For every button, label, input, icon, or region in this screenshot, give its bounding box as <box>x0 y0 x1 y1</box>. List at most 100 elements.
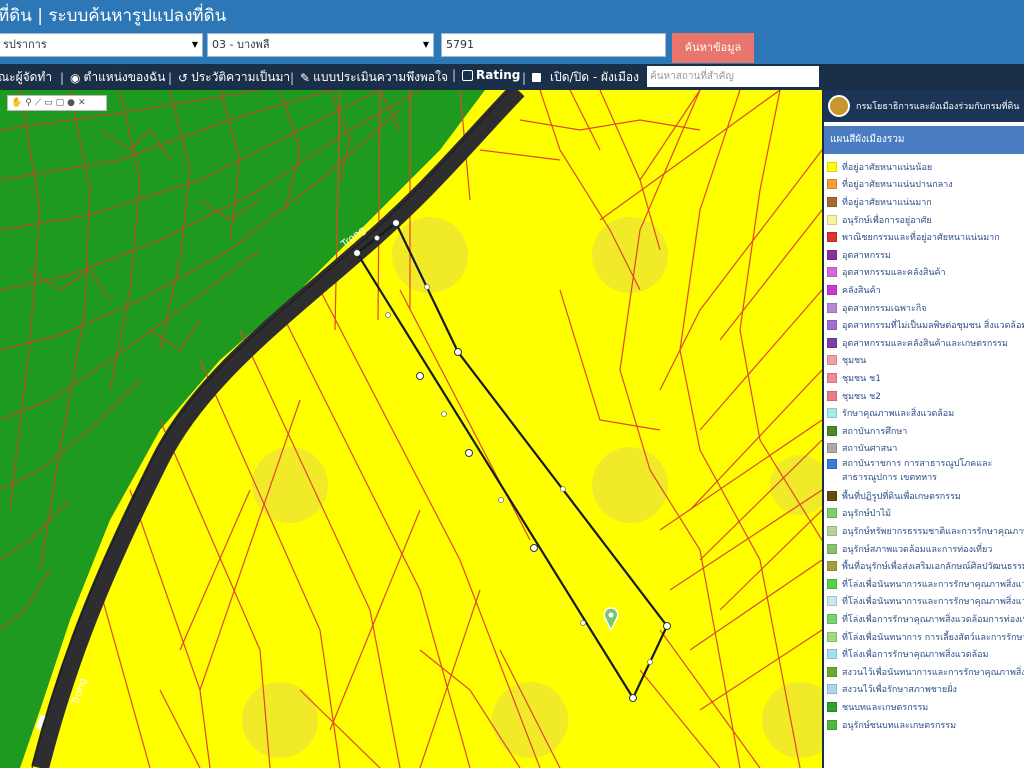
parcel-midpoints <box>374 235 653 665</box>
legend-item-label: พื้นที่ปฏิรูปที่ดินเพื่อเกษตรกรรม <box>842 491 961 502</box>
legend-item-label: ที่อยู่อาศัยหนาแน่นปานกลาง <box>842 180 953 191</box>
legend-item: อุตสาหกรรมและคลังสินค้า <box>827 264 1024 282</box>
toolbar-item-team[interactable]: ณะผู้จัดทำ <box>0 68 52 87</box>
department-logo-icon <box>828 95 850 117</box>
legend-list: ที่อยู่อาศัยหนาแน่นน้อยที่อยู่อาศัยหนาแน… <box>824 154 1024 733</box>
legend-item-label: อุตสาหกรรมเฉพาะกิจ <box>842 303 927 314</box>
legend-item-label: ที่โล่งเพื่อนันทนาการและการรักษาคุณภาพสิ… <box>842 597 1024 608</box>
legend-swatch <box>827 596 837 607</box>
legend-item: ชุมชน <box>827 352 1024 370</box>
search-button[interactable]: ค้นหาข้อมูล <box>672 33 754 63</box>
legend-item: อนุรักษ์ทรัพยากรธรรมชาติและการรักษาคุณภา… <box>827 522 1024 540</box>
legend-item-label: ชนบทและเกษตรกรรม <box>842 703 929 714</box>
legend-item: พื้นที่อนุรักษ์เพื่อส่งเสริมเอกลักษณ์ศิล… <box>827 557 1024 575</box>
legend-item-label: อุตสาหกรรม <box>842 250 891 261</box>
legend-item: ชุมชน ช2 <box>827 387 1024 405</box>
legend-header-title: กรมโยธาธิการและผังเมืองร่วมกับกรมที่ดิน <box>856 102 1020 112</box>
legend-swatch <box>827 267 837 278</box>
parcel-number-value: 5791 <box>446 38 474 51</box>
district-select[interactable]: 03 - บางพลี ▼ <box>207 33 434 57</box>
legend-item-label: อนุรักษ์เพื่อการอยู่อาศัย <box>842 215 932 226</box>
line-icon[interactable]: ⟋ <box>35 98 41 108</box>
legend-swatch <box>827 390 837 401</box>
legend-item: ชนบทและเกษตรกรรม <box>827 698 1024 716</box>
clear-icon[interactable]: ✕ <box>78 98 86 108</box>
toolbar-item-toggle-plan[interactable]: | เปิด/ปิด - ผังเมือง <box>522 68 639 87</box>
parcel-number-input[interactable]: 5791 <box>441 33 666 57</box>
chevron-down-icon: ▼ <box>191 40 198 49</box>
marker-icon[interactable]: ⚲ <box>25 98 32 108</box>
legend-swatch <box>827 408 837 419</box>
legend-item-label: ที่อยู่อาศัยหนาแน่นมาก <box>842 197 932 208</box>
legend-swatch <box>827 702 837 713</box>
legend-item: ที่อยู่อาศัยหนาแน่นปานกลาง <box>827 176 1024 194</box>
legend-item-label: ที่โล่งเพื่อนันทนาการและการรักษาคุณภาพสิ… <box>842 579 1024 590</box>
legend-item: อนุรักษ์สภาพแวดล้อมและการท่องเที่ยว <box>827 540 1024 558</box>
map-canvas <box>0 90 822 768</box>
legend-swatch <box>827 614 837 625</box>
divider: | <box>60 70 65 85</box>
toolbar-item-history[interactable]: | ↺ ประวัติความเป็นมา <box>168 68 290 87</box>
legend-item-label: ที่โล่งเพื่อนันทนาการ การเลี้ยงสัตว์และก… <box>842 632 1024 643</box>
legend-item-label: พื้นที่อนุรักษ์เพื่อส่งเสริมเอกลักษณ์ศิล… <box>842 562 1024 573</box>
map-view[interactable]: ✋ ⚲ ⟋ ▭ ▢ ● ✕ Trong Trong <box>0 90 822 768</box>
hand-icon[interactable]: ✋ <box>11 98 22 108</box>
legend-item-label: อุตสาหกรรมและคลังสินค้าและเกษตรกรรม <box>842 338 1008 349</box>
legend-swatch <box>827 490 837 501</box>
legend-swatch <box>827 214 837 225</box>
legend-swatch <box>827 232 837 243</box>
legend-item-label: อนุรักษ์ป่าไม้ <box>842 509 891 520</box>
legend-swatch <box>827 459 837 470</box>
toolbar-item-toggle-plan-label: เปิด/ปิด - ผังเมือง <box>550 70 639 84</box>
legend-item-label: ชุมชน ช1 <box>842 373 881 384</box>
legend-item: รักษาคุณภาพและสิ่งแวดล้อม <box>827 404 1024 422</box>
legend-item-label: อุตสาหกรรมและคลังสินค้า <box>842 268 946 279</box>
legend-panel: กรมโยธาธิการและผังเมืองร่วมกับกรมที่ดิน … <box>822 90 1024 768</box>
header-bar: ที่ดิน | ระบบค้นหารูปแปลงที่ดิน <box>0 0 1024 31</box>
legend-item: ที่โล่งเพื่อนันทนาการ การเลี้ยงสัตว์และก… <box>827 628 1024 646</box>
divider: | <box>522 70 527 85</box>
legend-swatch <box>827 320 837 331</box>
divider: | <box>452 68 457 82</box>
place-search-input[interactable]: ค้นหาสถานที่สำคัญ <box>647 66 819 87</box>
legend-item: อนุรักษ์เพื่อการอยู่อาศัย <box>827 211 1024 229</box>
legend-item: อุตสาหกรรมเฉพาะกิจ <box>827 299 1024 317</box>
legend-swatch <box>827 179 837 190</box>
legend-item: ที่โล่งเพื่อการรักษาคุณภาพสิ่งแวดล้อม <box>827 645 1024 663</box>
legend-swatch <box>827 249 837 260</box>
district-select-value: 03 - บางพลี <box>212 38 270 51</box>
legend-item: พื้นที่ปฏิรูปที่ดินเพื่อเกษตรกรรม <box>827 487 1024 505</box>
legend-swatch <box>827 631 837 642</box>
legend-item: ชุมชน ช1 <box>827 369 1024 387</box>
toolbar: ณะผู้จัดทำ | ◉ ตำแหน่งของฉัน | ↺ ประวัติ… <box>0 64 1024 90</box>
app-window: ที่ดิน | ระบบค้นหารูปแปลงที่ดิน รปราการ … <box>0 0 1024 768</box>
legend-item-label: คลังสินค้า <box>842 285 881 296</box>
checkbox-icon[interactable] <box>532 73 542 82</box>
province-select-value: รปราการ <box>3 38 47 51</box>
watermark-seals <box>242 217 822 758</box>
page-title: ที่ดิน | ระบบค้นหารูปแปลงที่ดิน <box>0 6 227 26</box>
toolbar-item-my-location[interactable]: | ◉ ตำแหน่งของฉัน <box>60 68 165 87</box>
legend-item-label: ที่โล่งเพื่อการรักษาคุณภาพสิ่งแวดล้อมการ… <box>842 615 1024 626</box>
circle-icon[interactable]: ● <box>67 98 75 108</box>
legend-swatch <box>827 526 837 537</box>
legend-item: ที่โล่งเพื่อนันทนาการและการรักษาคุณภาพสิ… <box>827 593 1024 611</box>
legend-swatch <box>827 161 837 172</box>
edit-icon: ✎ <box>300 70 311 85</box>
toolbar-item-history-label: ประวัติความเป็นมา <box>191 70 291 84</box>
polygon-icon[interactable]: ▭ <box>44 98 53 108</box>
legend-item: สถาบันการศึกษา <box>827 422 1024 440</box>
toolbar-item-rating[interactable]: | Rating <box>452 68 520 82</box>
rectangle-icon[interactable]: ▢ <box>56 98 65 108</box>
legend-item: พาณิชยกรรมและที่อยู่อาศัยหนาแน่นมาก <box>827 228 1024 246</box>
legend-item: ที่อยู่อาศัยหนาแน่นน้อย <box>827 158 1024 176</box>
legend-subtitle: แผนสีผังเมืองรวม <box>824 126 1024 154</box>
legend-swatch <box>827 443 837 454</box>
toolbar-item-survey[interactable]: | ✎ แบบประเมินความพึงพอใจ <box>290 68 448 87</box>
province-select[interactable]: รปราการ ▼ <box>0 33 203 57</box>
legend-item-label: ที่อยู่อาศัยหนาแน่นน้อย <box>842 162 933 173</box>
legend-item: ที่อยู่อาศัยหนาแน่นมาก <box>827 193 1024 211</box>
legend-item-label: รักษาคุณภาพและสิ่งแวดล้อม <box>842 409 955 420</box>
legend-swatch <box>827 508 837 519</box>
legend-item: สถาบันศาสนา <box>827 440 1024 458</box>
